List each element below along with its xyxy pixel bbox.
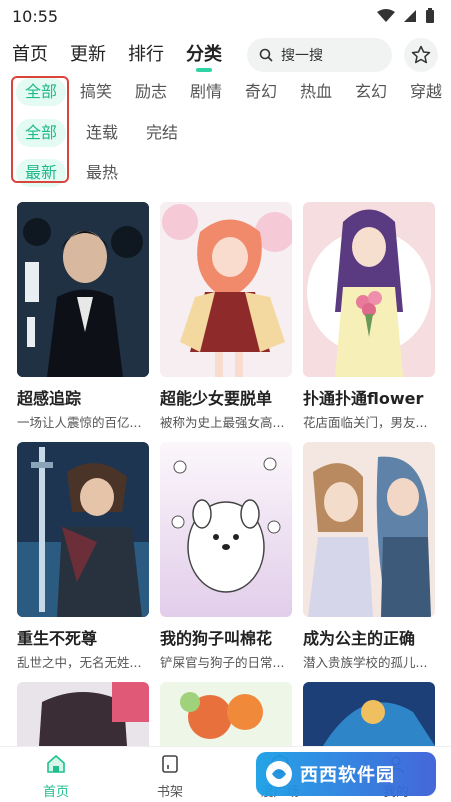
cover-art — [17, 682, 149, 746]
site-watermark: 西西软件园 — [256, 752, 436, 796]
bottom-tab-bookshelf[interactable]: 书架 — [140, 753, 200, 800]
comic-title: 超能少女要脱单 — [160, 389, 273, 408]
comic-card[interactable]: 超感追踪 一场让人震惊的百亿... — [17, 202, 149, 431]
watermark-text: 西西软件园 — [300, 765, 395, 786]
comic-title: 我的狗子叫棉花 — [160, 629, 273, 648]
bottom-tab-home[interactable]: 首页 — [26, 753, 86, 800]
status-icons — [377, 8, 435, 24]
comic-cover — [17, 682, 149, 746]
cover-art — [160, 442, 292, 617]
cover-art — [160, 202, 292, 377]
bottom-tab-label: 首页 — [42, 785, 69, 800]
comic-desc: 潜入贵族学校的孤儿... — [303, 655, 428, 670]
search-placeholder: 搜一搜 — [281, 48, 323, 64]
comic-cover — [17, 202, 149, 377]
comic-card[interactable]: 超能少女要脱单 被称为史上最强女高... — [160, 202, 292, 431]
battery-icon — [426, 8, 434, 23]
comic-card[interactable] — [160, 682, 292, 746]
bottom-tab-label: 书架 — [156, 785, 183, 800]
genre-chip[interactable]: 搞笑 — [80, 78, 112, 106]
cover-art — [303, 682, 435, 746]
search-icon — [259, 48, 273, 62]
comic-title: 扑通扑通flower — [303, 389, 424, 408]
watermark-logo-icon — [266, 761, 292, 787]
comic-cover — [160, 442, 292, 617]
top-nav: 首页 更新 排行 分类 搜一搜 — [0, 34, 451, 74]
genre-chip[interactable]: 剧情 — [190, 78, 222, 106]
tab-update[interactable]: 更新 — [70, 40, 106, 66]
highlight-box — [11, 76, 69, 183]
comic-cover — [303, 682, 435, 746]
genre-chip[interactable]: 玄幻 — [355, 78, 387, 106]
tab-home[interactable]: 首页 — [12, 40, 48, 66]
comic-title: 重生不死尊 — [17, 629, 98, 648]
star-icon — [411, 45, 431, 64]
comic-desc: 乱世之中，无名无姓... — [17, 655, 142, 670]
signal-icon — [404, 10, 416, 22]
home-icon — [47, 755, 65, 773]
genre-chip[interactable]: 热血 — [300, 78, 332, 106]
comic-card[interactable]: 重生不死尊 乱世之中，无名无姓... — [17, 442, 149, 671]
status-chip-ongoing[interactable]: 连载 — [86, 119, 118, 147]
comic-desc: 花店面临关门，男友... — [303, 415, 428, 430]
cover-art — [17, 202, 149, 377]
comic-desc: 一场让人震惊的百亿... — [17, 415, 142, 430]
comic-cover — [303, 202, 435, 377]
cover-art — [17, 442, 149, 617]
cover-art — [303, 442, 435, 617]
tab-ranking[interactable]: 排行 — [128, 40, 164, 66]
genre-chip[interactable]: 励志 — [135, 78, 167, 106]
comic-cover — [17, 442, 149, 617]
status-bar: 10:55 — [0, 0, 451, 32]
tab-category[interactable]: 分类 — [186, 40, 222, 66]
comic-card[interactable]: 成为公主的正确 潜入贵族学校的孤儿... — [303, 442, 435, 671]
comic-card[interactable]: 扑通扑通flower 花店面临关门，男友... — [303, 202, 435, 431]
comic-card[interactable]: 我的狗子叫棉花 铲屎官与狗子的日常... — [160, 442, 292, 671]
cover-art — [160, 682, 292, 746]
genre-chip[interactable]: 穿越 — [410, 78, 442, 106]
comic-desc: 铲屎官与狗子的日常... — [160, 655, 285, 670]
status-time: 10:55 — [12, 6, 59, 26]
bookshelf-icon — [162, 755, 178, 773]
genre-chip[interactable]: 奇幻 — [245, 78, 277, 106]
status-chip-finished[interactable]: 完结 — [146, 119, 178, 147]
active-tab-indicator — [196, 68, 212, 72]
comic-card[interactable] — [303, 682, 435, 746]
comic-cover — [160, 202, 292, 377]
comic-cover — [160, 682, 292, 746]
comic-title: 超感追踪 — [17, 389, 82, 408]
sort-chip-hottest[interactable]: 最热 — [86, 159, 118, 187]
comic-cover — [303, 442, 435, 617]
favorites-button[interactable] — [404, 38, 438, 72]
wifi-icon — [377, 9, 395, 22]
comic-desc: 被称为史上最强女高... — [160, 415, 285, 430]
comic-title: 成为公主的正确 — [303, 629, 416, 648]
cover-art — [303, 202, 435, 377]
comic-card[interactable] — [17, 682, 149, 746]
search-box[interactable]: 搜一搜 — [247, 38, 392, 72]
